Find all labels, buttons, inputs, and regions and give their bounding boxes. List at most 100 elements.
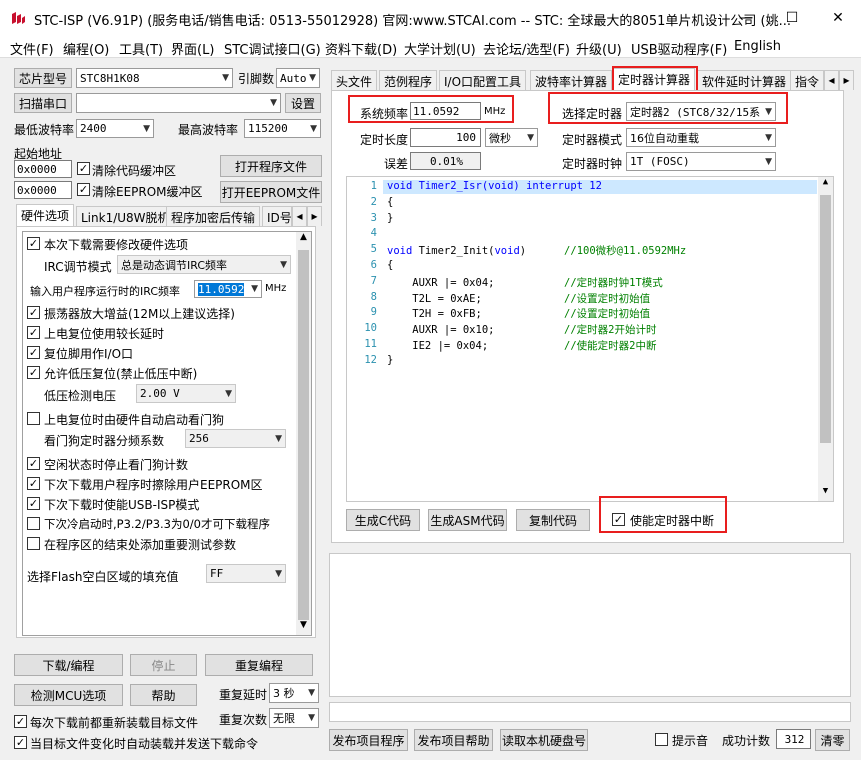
chevron-down-icon: ▼	[310, 123, 317, 134]
low-voltage-level-label: 低压检测电压	[44, 389, 117, 403]
download-program-button[interactable]: 下载/编程	[14, 654, 123, 676]
copy-code-button[interactable]: 复制代码	[516, 509, 590, 531]
tab-scroll-right-icon[interactable]: ▸	[839, 70, 854, 90]
timer-length-input[interactable]: 100	[410, 128, 481, 147]
auto-reload-checkbox[interactable]: ✓	[14, 736, 27, 749]
scroll-up-icon[interactable]: ▲	[818, 177, 833, 192]
tab-id-number[interactable]: ID号	[262, 206, 292, 226]
clear-eeprom-checkbox[interactable]: ✓	[77, 183, 90, 196]
long-reset-delay-checkbox[interactable]: ✓	[27, 326, 40, 339]
modify-hw-options-checkbox[interactable]: ✓	[27, 237, 40, 250]
generate-c-button[interactable]: 生成C代码	[346, 509, 420, 531]
tab-hardware-options[interactable]: 硬件选项	[16, 204, 75, 226]
low-voltage-reset-checkbox[interactable]: ✓	[27, 366, 40, 379]
erase-eeprom-checkbox[interactable]: ✓	[27, 477, 40, 490]
low-voltage-select[interactable]: 2.00 V ▼	[136, 384, 236, 403]
irc-freq-select[interactable]: 11.0592 ▼	[194, 280, 262, 298]
scrollbar-thumb[interactable]	[820, 195, 831, 443]
eeprom-address-input[interactable]: 0x0000	[14, 181, 72, 199]
fill-value-select[interactable]: FF ▼	[206, 564, 286, 583]
code-address-input[interactable]: 0x0000	[14, 160, 72, 178]
repeat-count-select[interactable]: 无限 ▼	[269, 708, 319, 728]
publish-project-button[interactable]: 发布项目程序	[329, 729, 408, 751]
repeat-delay-select[interactable]: 3 秒 ▼	[269, 683, 319, 703]
tab-link1-offline[interactable]: Link1/U8W脱机	[76, 206, 175, 226]
scroll-up-icon[interactable]: ▲	[296, 232, 311, 247]
usb-isp-checkbox[interactable]: ✓	[27, 497, 40, 510]
reprogram-button[interactable]: 重复编程	[205, 654, 313, 676]
watchdog-prescaler-select[interactable]: 256 ▼	[185, 429, 286, 448]
generate-asm-button[interactable]: 生成ASM代码	[428, 509, 507, 531]
menu-forum[interactable]: 去论坛/选型(F)	[483, 39, 570, 58]
clear-code-checkbox[interactable]: ✓	[77, 162, 90, 175]
scrollbar-thumb[interactable]	[298, 250, 309, 620]
read-disk-button[interactable]: 读取本机硬盘号	[500, 729, 588, 751]
repeat-count-label: 重复次数	[219, 713, 268, 727]
serial-port-select[interactable]: ▼	[76, 93, 281, 113]
max-baud-select[interactable]: 115200 ▼	[244, 119, 321, 138]
auto-watchdog-checkbox[interactable]	[27, 412, 40, 425]
menu-upgrade[interactable]: 升级(U)	[576, 39, 622, 58]
tab-delay-calculator[interactable]: 软件延时计算器	[697, 70, 792, 90]
tab-scroll-left-icon[interactable]: ◂	[824, 70, 839, 90]
help-button[interactable]: 帮助	[130, 684, 197, 706]
tab-baud-calculator[interactable]: 波特率计算器	[530, 70, 613, 90]
menu-debug[interactable]: STC调试接口(G)	[224, 39, 321, 58]
close-button[interactable]: ✕	[815, 0, 861, 36]
cold-start-p32-checkbox[interactable]	[27, 517, 40, 530]
scan-port-button[interactable]: 扫描串口	[14, 93, 72, 113]
osc-gain-checkbox[interactable]: ✓	[27, 306, 40, 319]
chip-type-button[interactable]: 芯片型号	[14, 68, 72, 88]
code-scrollbar[interactable]: ▲ ▼	[818, 177, 833, 501]
timer-mode-select[interactable]: 16位自动重载 ▼	[626, 128, 776, 147]
irc-mode-select[interactable]: 总是动态调节IRC频率 ▼	[117, 255, 291, 274]
options-scrollbar[interactable]: ▲ ▼	[296, 232, 311, 635]
left-tab-strip: 硬件选项 Link1/U8W脱机 程序加密后传输 ID号 ◂ ▸	[16, 204, 326, 226]
settings-button[interactable]: 设置	[285, 93, 321, 113]
tab-sample-programs[interactable]: 范例程序	[379, 70, 438, 90]
output-log[interactable]	[329, 553, 851, 697]
timer-unit-select[interactable]: 微秒 ▼	[485, 128, 538, 147]
open-eeprom-button[interactable]: 打开EEPROM文件	[220, 181, 322, 203]
reload-each-checkbox[interactable]: ✓	[14, 715, 27, 728]
code-editor[interactable]: 1 2 3 4 5 6 7 8 9 10 11 12 void Timer2_Isr(void) in…	[346, 176, 834, 502]
stop-button[interactable]: 停止	[130, 654, 197, 676]
auto-watchdog-label: 上电复位时由硬件自动启动看门狗	[44, 413, 225, 427]
fill-value-label: 选择Flash空白区域的填充值	[27, 570, 179, 584]
tab-scroll-right-icon[interactable]: ▸	[307, 206, 322, 226]
chevron-down-icon: ▼	[270, 98, 277, 108]
scroll-down-icon[interactable]: ▼	[296, 620, 311, 635]
publish-help-button[interactable]: 发布项目帮助	[414, 729, 493, 751]
test-params-checkbox[interactable]	[27, 537, 40, 550]
chevron-down-icon: ▼	[765, 132, 772, 143]
menu-english[interactable]: English	[734, 39, 781, 54]
menu-university[interactable]: 大学计划(U)	[404, 39, 476, 58]
reset-pin-io-checkbox[interactable]: ✓	[27, 346, 40, 359]
fill-value-value: FF	[210, 567, 224, 580]
tab-io-config[interactable]: I/O口配置工具	[439, 70, 527, 90]
menu-program[interactable]: 编程(O)	[63, 39, 109, 58]
menu-usb-driver[interactable]: USB驱动程序(F)	[631, 39, 727, 58]
timer-clock-select[interactable]: 1T (FOSC) ▼	[626, 152, 776, 171]
maximize-button[interactable]: ☐	[769, 0, 815, 36]
clear-count-button[interactable]: 清零	[815, 729, 850, 751]
menu-file[interactable]: 文件(F)	[10, 39, 54, 58]
tab-instructions[interactable]: 指令	[790, 70, 824, 90]
beep-checkbox[interactable]	[655, 733, 668, 746]
menu-interface[interactable]: 界面(L)	[171, 39, 214, 58]
minimize-button[interactable]: —	[723, 0, 769, 36]
chip-type-select[interactable]: STC8H1K08 ▼	[76, 68, 233, 88]
menu-download[interactable]: 资料下载(D)	[325, 39, 397, 58]
idle-stop-watchdog-checkbox[interactable]: ✓	[27, 457, 40, 470]
menu-tools[interactable]: 工具(T)	[119, 39, 163, 58]
usb-isp-label: 下次下载时使能USB-ISP模式	[44, 498, 200, 512]
open-program-button[interactable]: 打开程序文件	[220, 155, 322, 177]
scroll-down-icon[interactable]: ▼	[818, 486, 833, 501]
check-mcu-button[interactable]: 检测MCU选项	[14, 684, 123, 706]
pin-count-select[interactable]: Auto ▼	[276, 68, 320, 88]
tab-header-file[interactable]: 头文件	[331, 70, 378, 90]
min-baud-select[interactable]: 2400 ▼	[76, 119, 154, 138]
tab-scroll-left-icon[interactable]: ◂	[292, 206, 307, 226]
tab-encrypted-transfer[interactable]: 程序加密后传输	[166, 206, 261, 226]
test-params-label: 在程序区的结束处添加重要测试参数	[44, 538, 237, 552]
